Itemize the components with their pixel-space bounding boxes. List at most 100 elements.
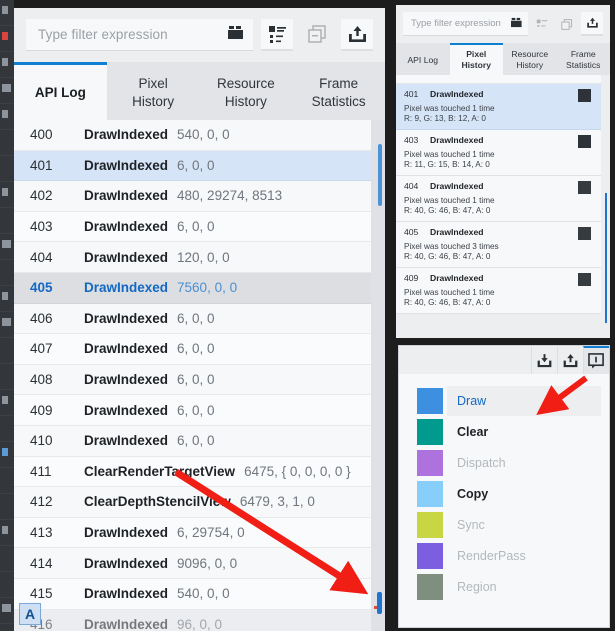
row-api-name: DrawIndexed: [84, 372, 169, 388]
api-log-panel: Type filter expression API Log Pixel His…: [14, 8, 385, 631]
export-icon[interactable]: [557, 346, 583, 374]
row-arguments: 480, 29274, 8513: [177, 188, 283, 204]
table-row[interactable]: 416 DrawIndexed 96, 0, 0: [14, 609, 371, 631]
entry-rgba: R: 40, G: 46, B: 47, A: 0: [404, 206, 491, 215]
table-row[interactable]: 413 DrawIndexed 6, 29754, 0: [14, 517, 371, 549]
filter-input-placeholder[interactable]: Type filter expression: [38, 27, 228, 42]
legend-item[interactable]: Copy: [417, 479, 609, 509]
legend-label: Clear: [457, 425, 489, 439]
legend-toolbar: [399, 346, 609, 374]
legend-color-swatch: [417, 512, 443, 538]
row-arguments: 6, 0, 0: [177, 402, 215, 418]
list-item[interactable]: 405 DrawIndexed Pixel was touched 3 times R…: [396, 222, 601, 268]
legend-item[interactable]: Clear: [417, 417, 609, 447]
table-row[interactable]: 402 DrawIndexed 480, 29274, 8513: [14, 181, 371, 212]
legend-label: Dispatch: [457, 456, 506, 470]
row-index: 405: [30, 280, 53, 296]
tab-resource-history-label: Resource History: [216, 76, 275, 109]
import-icon[interactable]: [531, 346, 557, 374]
list-item[interactable]: 401 DrawIndexed Pixel was touched 1 time R:…: [396, 84, 601, 130]
tab-api-log-label: API Log: [407, 54, 439, 65]
row-api-name: DrawIndexed: [84, 555, 169, 571]
table-row[interactable]: 401 DrawIndexed 6, 0, 0: [14, 150, 371, 182]
list-item[interactable]: 404 DrawIndexed Pixel was touched 1 time R:…: [396, 176, 601, 222]
row-api-name: DrawIndexed: [84, 310, 169, 326]
table-row[interactable]: 412 ClearDepthStencilView 6479, 3, 1, 0: [14, 487, 371, 518]
entry-touch-count: Pixel was touched 3 times: [404, 242, 499, 251]
row-arguments: 7560, 0, 0: [177, 280, 238, 296]
pixel-history-list[interactable]: 401 DrawIndexed Pixel was touched 1 time R:…: [396, 75, 601, 338]
entry-rgba: R: 40, G: 46, B: 47, A: 0: [404, 252, 491, 261]
scrollbar-thumb[interactable]: [605, 193, 607, 323]
api-log-list[interactable]: 400 DrawIndexed 540, 0, 0 401 DrawIndexed 6, …: [14, 120, 371, 631]
row-arguments: 6, 0, 0: [177, 433, 215, 449]
table-row[interactable]: 407 DrawIndexed 6, 0, 0: [14, 334, 371, 365]
row-index: 409: [30, 402, 53, 418]
legend-item[interactable]: RenderPass: [417, 541, 609, 571]
copy-stack-icon[interactable]: [556, 12, 578, 36]
copy-stack-icon[interactable]: [301, 19, 333, 51]
table-row[interactable]: 409 DrawIndexed 6, 0, 0: [14, 395, 371, 426]
row-arguments: 540, 0, 0: [177, 127, 230, 143]
pixel-history-toolbar: Type filter expression: [396, 5, 610, 43]
tab-api-log[interactable]: API Log: [14, 62, 107, 120]
tab-resource-history[interactable]: Resource History: [503, 43, 557, 75]
pixel-history-tab-bar: API Log Pixel History Resource History F…: [396, 43, 610, 75]
legend-item[interactable]: Sync: [417, 510, 609, 540]
list-item[interactable]: 403 DrawIndexed Pixel was touched 1 time R:…: [396, 130, 601, 176]
export-icon[interactable]: [341, 19, 373, 51]
row-api-name: ClearDepthStencilView: [84, 494, 231, 510]
info-icon[interactable]: [583, 346, 609, 374]
legend-color-swatch: [417, 481, 443, 507]
pixel-history-filter-input[interactable]: Type filter expression: [403, 12, 528, 36]
filter-history-icon[interactable]: [511, 15, 523, 33]
legend-item[interactable]: Draw: [417, 386, 609, 416]
list-tree-icon[interactable]: [261, 19, 293, 51]
table-row[interactable]: 403 DrawIndexed 6, 0, 0: [14, 211, 371, 243]
pixel-history-filter-placeholder[interactable]: Type filter expression: [411, 18, 511, 29]
legend-item[interactable]: Region: [417, 572, 609, 602]
row-arguments: 96, 0, 0: [177, 616, 223, 631]
table-row[interactable]: 411 ClearRenderTargetView 6475, { 0, 0, 0,…: [14, 456, 371, 488]
row-api-name: ClearRenderTargetView: [84, 463, 236, 479]
table-row[interactable]: 400 DrawIndexed 540, 0, 0: [14, 120, 371, 151]
overlay-badge-a: A: [19, 603, 41, 625]
export-icon[interactable]: [581, 12, 603, 36]
row-api-name: DrawIndexed: [84, 157, 169, 173]
table-row[interactable]: 405 DrawIndexed 7560, 0, 0: [14, 272, 371, 304]
table-row[interactable]: 414 DrawIndexed 9096, 0, 0: [14, 548, 371, 579]
pixel-history-scrollbar[interactable]: [601, 75, 610, 338]
scrollbar-thumb-upper[interactable]: [378, 144, 382, 206]
row-api-name: DrawIndexed: [84, 525, 169, 541]
row-api-name: DrawIndexed: [84, 586, 169, 602]
filter-history-icon[interactable]: [228, 25, 245, 45]
tab-resource-history[interactable]: Resource History: [199, 62, 293, 120]
entry-touch-count: Pixel was touched 1 time: [404, 104, 495, 113]
table-row[interactable]: 408 DrawIndexed 6, 0, 0: [14, 364, 371, 396]
table-row[interactable]: 415 DrawIndexed 540, 0, 0: [14, 578, 371, 610]
tab-pixel-history-label: Pixel History: [132, 76, 175, 109]
tab-pixel-history[interactable]: Pixel History: [449, 43, 503, 75]
list-item[interactable]: 409 DrawIndexed Pixel was touched 1 time R:…: [396, 268, 601, 314]
tab-frame-statistics[interactable]: Frame Statistics: [292, 62, 385, 120]
table-row[interactable]: 406 DrawIndexed 6, 0, 0: [14, 303, 371, 335]
list-tree-icon[interactable]: [531, 12, 553, 36]
scrollbar-thumb-target[interactable]: [377, 592, 382, 614]
row-api-name: DrawIndexed: [84, 188, 169, 204]
entry-touch-count: Pixel was touched 1 time: [404, 196, 495, 205]
tab-pixel-history[interactable]: Pixel History: [106, 62, 200, 120]
entry-touch-count: Pixel was touched 1 time: [404, 288, 495, 297]
main-scrollbar[interactable]: [371, 120, 385, 631]
row-index: 408: [30, 372, 53, 388]
tab-frame-statistics[interactable]: Frame Statistics: [556, 43, 610, 75]
overlay-badge-label: A: [24, 606, 36, 622]
screenshot-root: Type filter expression API Log Pixel His…: [0, 0, 615, 631]
entry-api-name: DrawIndexed: [430, 135, 484, 145]
table-row[interactable]: 410 DrawIndexed 6, 0, 0: [14, 425, 371, 457]
table-row[interactable]: 404 DrawIndexed 120, 0, 0: [14, 242, 371, 273]
tab-api-log[interactable]: API Log: [396, 43, 450, 75]
legend-item[interactable]: Dispatch: [417, 448, 609, 478]
filter-input-wrapper[interactable]: Type filter expression: [26, 19, 253, 51]
row-index: 403: [30, 219, 53, 235]
legend-label: Draw: [457, 394, 487, 408]
